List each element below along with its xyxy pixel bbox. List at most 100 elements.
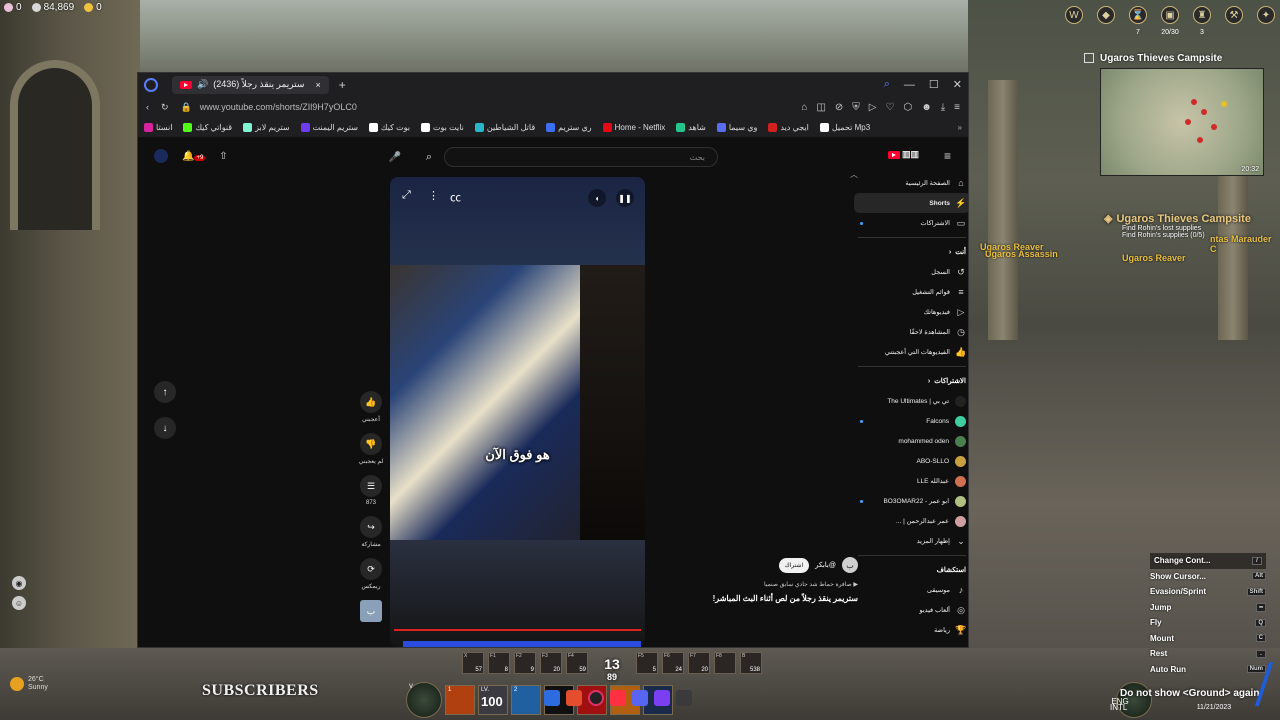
fullscreen-icon[interactable]: ⤢ [402,189,411,202]
search-input[interactable]: بحث [444,147,718,167]
search-icon[interactable]: ⌕ [418,147,440,167]
item-slot[interactable]: F6 24 [662,652,684,674]
sidebar-item[interactable]: ◷ المشاهدة لاحقًا [854,322,968,342]
keyboard-lang[interactable]: ENG [1111,697,1128,706]
minimap[interactable]: 20:32 [1100,68,1264,176]
video-progress-bar[interactable] [394,629,641,631]
easy-setup-icon[interactable]: ≡ [954,102,960,113]
subscription-item[interactable]: ABO-SLLO [854,451,968,471]
item-slot[interactable]: F4 59 [566,652,588,674]
sidebar-item[interactable]: 👍 الفيديوهات التي أعجبتني [854,342,968,362]
show-more-button[interactable]: ⌄ إظهار المزيد [854,531,968,551]
sidebar-item[interactable]: ♪ موسيقى [854,580,968,600]
item-slot[interactable]: F3 20 [540,652,562,674]
ground-notice[interactable]: Do not show <Ground> again [1120,688,1259,699]
system-date[interactable]: 11/21/2023 [1197,703,1232,712]
player-icon[interactable]: ▷ [869,102,877,113]
bookmarks-more-icon[interactable]: » [958,123,962,132]
subscription-item[interactable]: عبدالله LLE [854,471,968,491]
subscription-item[interactable]: Falcons [854,411,968,431]
sidebar-item[interactable]: ▷ فيديوهاتك [854,302,968,322]
transform-skill-icon[interactable]: V [406,682,442,718]
inventory-icon[interactable]: ▣ 20/30 [1158,6,1182,36]
app-icon[interactable] [654,690,670,706]
like-button[interactable]: 👍 أعجبني [360,391,382,423]
sidebar-item[interactable]: ↺ السجل [854,262,968,282]
hamburger-menu-icon[interactable]: ≡ [944,149,951,163]
app-icon[interactable] [566,690,582,706]
subscription-item[interactable]: عمر عبدالرحمن | ... [854,511,968,531]
skill-slot[interactable]: 1 [445,685,475,715]
extension-icon[interactable]: ⌂ [801,102,807,113]
bookmark-item[interactable]: شاهد [676,123,706,132]
discord-icon[interactable] [632,690,648,706]
sidebar-item[interactable]: ⚡ Shorts [854,193,968,213]
quest-emblem-icon[interactable]: W [1062,6,1086,34]
pickaxe-icon[interactable]: ⚒ [1222,6,1246,34]
bookmark-item[interactable]: ايجي ديد [768,123,809,132]
app-icon[interactable] [610,690,626,706]
section-subscriptions-header[interactable]: الاشتراكات ‹ [854,371,968,391]
snapshot-icon[interactable]: ◫ [816,102,825,113]
speaker-icon[interactable]: 🔊 [197,79,208,90]
subscription-item[interactable]: mohammed oden [854,431,968,451]
bookmark-item[interactable]: انستا [144,123,172,132]
section-you-header[interactable]: أنت ‹ [854,242,968,262]
opera-logo-icon[interactable] [144,77,158,92]
captions-icon[interactable]: ㏄ [450,189,461,205]
subscribe-button[interactable]: اشتراك [778,557,810,573]
bookmark-item[interactable]: ري ستريم [546,123,592,132]
bookmark-item[interactable]: بوت كيك [368,123,410,132]
subscription-item[interactable]: ابو عمر - BO3OMAR22 [854,491,968,511]
share-button[interactable]: ↪ مشاركة [360,516,382,548]
bookmark-item[interactable]: ستريم اليمنت [300,123,358,132]
heart-icon[interactable]: ♡ [886,102,895,113]
extensions-icon[interactable]: ⬡ [903,102,912,113]
url-field[interactable]: www.youtube.com/shorts/ZIl9H7yOLC0 [200,102,357,112]
shorts-video-player[interactable]: ⤢ ⋮ ㏄ ◖ ❚❚ هو فوق الآن [390,177,645,647]
translate-icon[interactable]: ⛨ [852,102,860,113]
sidebar-item[interactable]: ≡ قوائم التشغيل [854,282,968,302]
notifications-icon[interactable]: 🔔 +9 [182,151,206,162]
reload-icon[interactable]: ↻ [161,102,169,113]
subscription-item[interactable]: تي بي | The Ultimates [854,391,968,411]
item-slot[interactable]: F7 20 [688,652,710,674]
menu-icon[interactable]: ✦ [1254,6,1278,34]
next-short-button[interactable]: ↓ [154,417,176,439]
video-title[interactable]: ستريمر ينقذ رجلاً من لص أثناء البث المبا… [678,594,858,603]
bookmark-item[interactable]: وي سيما [716,123,757,132]
previous-short-button[interactable]: ↑ [154,381,176,403]
shield-icon[interactable]: ◆ [1094,6,1118,34]
expand-map-icon[interactable] [1084,53,1094,63]
bookmark-item[interactable]: Home - Netflix [602,123,665,132]
search-tabs-icon[interactable]: ⌕ [884,78,890,91]
bookmark-item[interactable]: قنواتي كيك [183,123,232,132]
account-icon[interactable] [154,149,168,163]
dislike-button[interactable]: 👎 لم يعجبني [359,433,383,465]
bookmark-item[interactable]: قاتل الشياطين [474,123,535,132]
emote-icon[interactable]: ☺ [12,596,26,610]
mic-icon[interactable]: 🎤 [386,147,404,167]
profile-icon[interactable]: ☻ [921,102,932,113]
bookmark-item[interactable]: ستريم لابز [243,123,290,132]
app-icon[interactable] [544,690,560,706]
skill-slot[interactable]: 2 [511,685,541,715]
item-slot[interactable]: B 538 [740,652,762,674]
remix-button[interactable]: ⟳ ريمكس [360,558,382,590]
crown-icon[interactable]: ♜ 3 [1190,6,1214,36]
pause-icon[interactable]: ❚❚ [616,189,634,207]
sidebar-item[interactable]: ◎ ألعاب فيديو [854,600,968,620]
more-options-icon[interactable]: ⋮ [428,189,439,202]
new-tab-button[interactable]: + [339,78,346,92]
item-slot[interactable]: F5 5 [636,652,658,674]
download-icon[interactable]: ⤓ [941,102,945,113]
browser-tab[interactable]: 🔊 (2436) ستريمر ينقذ رجلاً × [172,75,329,94]
sidebar-item[interactable]: ▭ الاشتراكات [854,213,968,233]
close-window-button[interactable]: ✕ [953,78,962,91]
bookmark-item[interactable]: تحميل Mp3 [819,123,870,132]
opera-icon[interactable] [588,690,604,706]
item-slot[interactable]: F2 9 [514,652,536,674]
hourglass-icon[interactable]: ⌛ 7 [1126,6,1150,36]
item-slot[interactable]: F8 [714,652,736,674]
channel-handle[interactable]: @بابكر [815,561,836,569]
